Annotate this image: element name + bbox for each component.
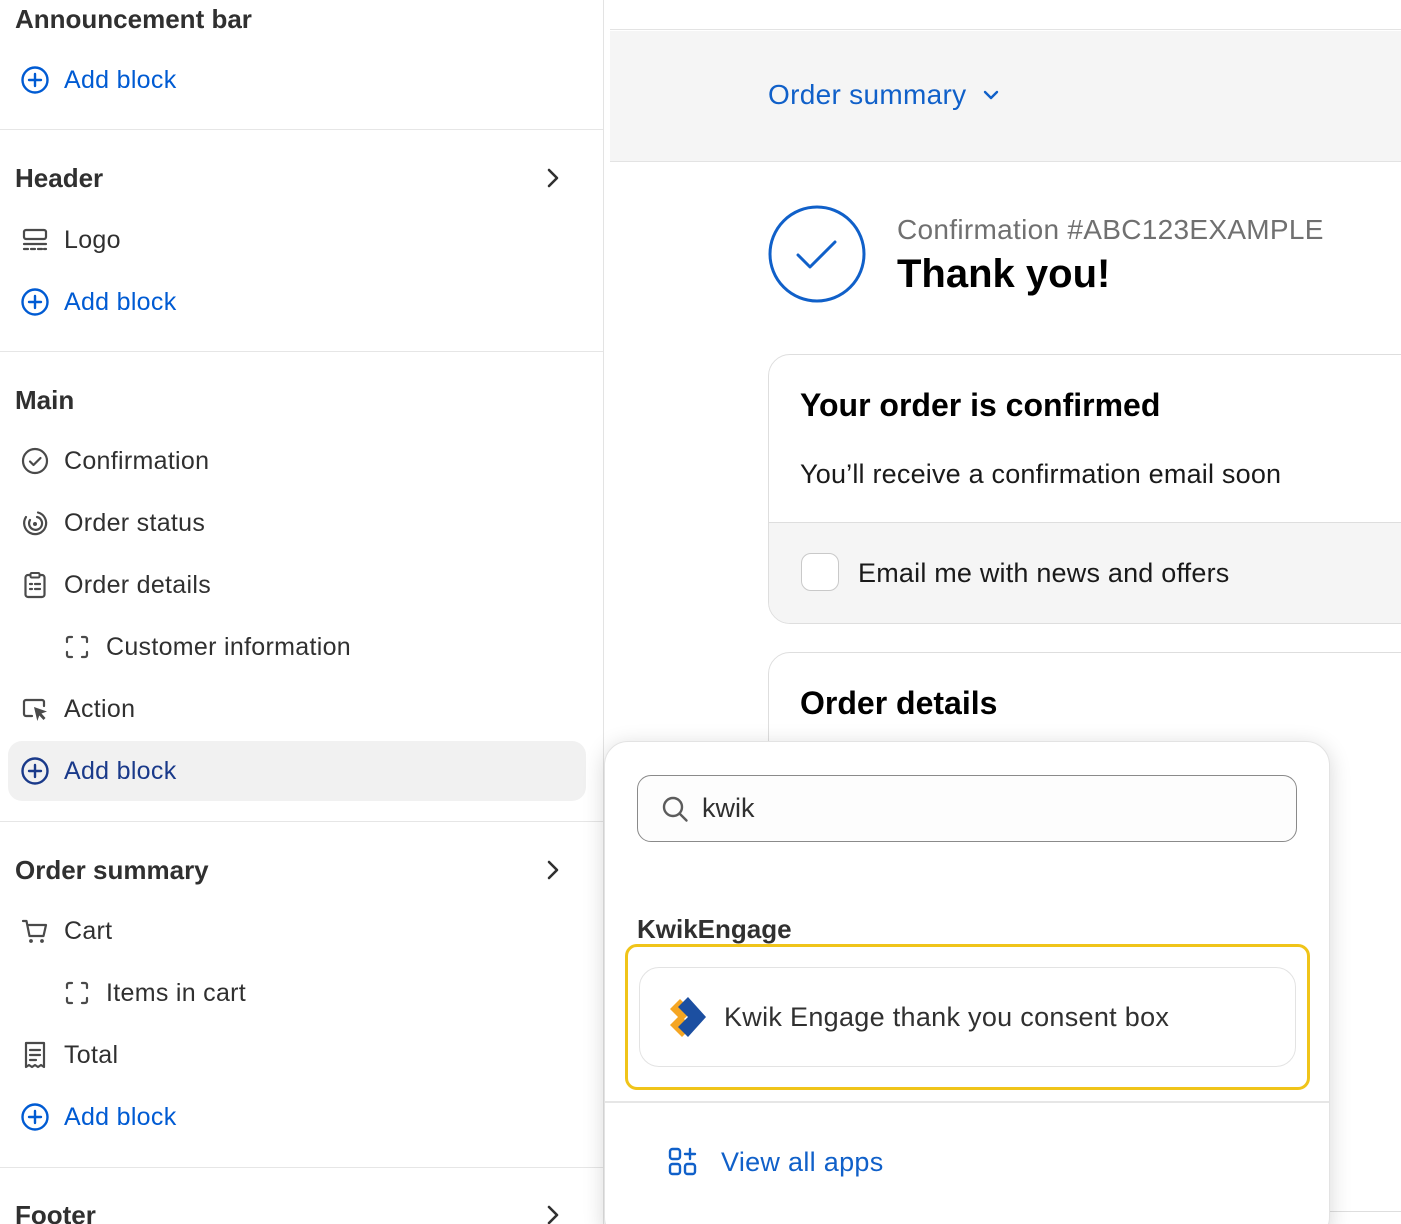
sidebar-item-action[interactable]: Action xyxy=(8,679,586,739)
plus-circle-icon xyxy=(18,63,52,97)
section-title-header: Header xyxy=(15,163,104,193)
sidebar-item-customer-information[interactable]: Customer information xyxy=(8,617,586,677)
check-circle-icon xyxy=(18,444,52,478)
order-summary-toggle-label: Order summary xyxy=(768,79,967,110)
dashed-block-icon xyxy=(60,976,94,1010)
add-block-popover: KwikEngage Kwik Engage thank you consent… xyxy=(604,741,1330,1224)
section-title-main: Main xyxy=(15,385,75,415)
thank-you-heading: Thank you! xyxy=(897,252,1111,296)
sidebar-item-label: Logo xyxy=(64,225,121,254)
chevron-right-icon[interactable] xyxy=(540,1202,566,1224)
section-announcement-bar: Announcement bar Add block xyxy=(0,0,603,130)
view-all-apps-label: View all apps xyxy=(721,1146,884,1177)
add-block-label: Add block xyxy=(64,756,177,785)
header-add-block-button[interactable]: Add block xyxy=(8,272,586,332)
block-search-field[interactable] xyxy=(637,775,1297,842)
app-group-title: KwikEngage xyxy=(637,914,792,944)
chevron-down-icon xyxy=(984,90,999,100)
sidebar-item-total[interactable]: Total xyxy=(8,1025,586,1085)
sidebar-item-logo[interactable]: Logo xyxy=(8,210,586,270)
order-summary-add-block-button[interactable]: Add block xyxy=(8,1087,586,1147)
popover-divider xyxy=(605,1101,1329,1103)
chevron-right-icon[interactable] xyxy=(540,857,566,883)
apps-grid-icon xyxy=(668,1147,697,1176)
search-icon xyxy=(662,796,688,822)
order-confirmed-card: Your order is confirmed You’ll receive a… xyxy=(768,354,1401,624)
sidebar-item-label: Confirmation xyxy=(64,446,210,475)
order-summary-bar: Order summary xyxy=(610,31,1401,162)
announcement-add-block-button[interactable]: Add block xyxy=(8,50,586,110)
sidebar-item-label: Items in cart xyxy=(106,978,247,1007)
app-item-label: Kwik Engage thank you consent box xyxy=(724,1001,1170,1032)
block-search-input[interactable] xyxy=(702,793,1262,824)
chevron-right-icon[interactable] xyxy=(540,165,566,191)
order-status-icon xyxy=(18,506,52,540)
clipboard-icon xyxy=(18,568,52,602)
email-offers-checkbox[interactable] xyxy=(801,553,839,591)
sidebar-item-label: Order details xyxy=(64,570,212,599)
preview-top-strip xyxy=(610,0,1401,30)
section-footer: Footer xyxy=(0,1168,603,1224)
sidebar-item-cart[interactable]: Cart xyxy=(8,901,586,961)
section-header: Header Logo Add block xyxy=(0,130,603,352)
sidebar-item-items-in-cart[interactable]: Items in cart xyxy=(8,963,586,1023)
dashed-block-icon xyxy=(60,630,94,664)
confirmation-check-icon xyxy=(768,205,866,303)
sidebar-item-label: Action xyxy=(64,694,136,723)
add-block-label: Add block xyxy=(64,65,177,94)
order-summary-toggle[interactable]: Order summary xyxy=(768,79,1002,111)
plus-circle-icon xyxy=(18,1100,52,1134)
cursor-click-icon xyxy=(18,692,52,726)
plus-circle-icon xyxy=(18,285,52,319)
section-title-footer: Footer xyxy=(15,1200,96,1224)
plus-circle-icon xyxy=(18,754,52,788)
order-details-title: Order details xyxy=(800,685,998,721)
kwik-engage-logo-icon xyxy=(670,997,706,1037)
view-all-apps-button[interactable]: View all apps xyxy=(667,1146,884,1178)
sidebar-item-order-status[interactable]: Order status xyxy=(8,493,586,553)
add-block-label: Add block xyxy=(64,287,177,316)
logo-block-icon xyxy=(18,223,52,257)
main-add-block-button[interactable]: Add block xyxy=(8,741,586,801)
section-order-summary: Order summary Cart Items in cart Total A… xyxy=(0,822,603,1168)
sidebar-item-label: Order status xyxy=(64,508,206,537)
confirmation-number: Confirmation #ABC123EXAMPLE xyxy=(897,214,1324,245)
sidebar-item-order-details[interactable]: Order details xyxy=(8,555,586,615)
editor-sidebar: Announcement bar Add block Header Logo A… xyxy=(0,0,604,1224)
section-title-announcement-bar: Announcement bar xyxy=(15,4,252,34)
kwik-engage-consent-box-item[interactable]: Kwik Engage thank you consent box xyxy=(639,967,1296,1067)
order-confirmed-subtitle: You’ll receive a confirmation email soon xyxy=(800,459,1282,489)
cart-icon xyxy=(18,914,52,948)
receipt-icon xyxy=(18,1038,52,1072)
sidebar-item-label: Customer information xyxy=(106,632,351,661)
add-block-label: Add block xyxy=(64,1102,177,1131)
sidebar-item-confirmation[interactable]: Confirmation xyxy=(8,431,586,491)
email-offers-label: Email me with news and offers xyxy=(858,558,1230,588)
sidebar-item-label: Cart xyxy=(64,916,113,945)
sidebar-item-label: Total xyxy=(64,1040,119,1069)
marketing-consent-row: Email me with news and offers xyxy=(769,522,1401,623)
order-confirmed-title: Your order is confirmed xyxy=(800,387,1161,423)
section-title-order-summary: Order summary xyxy=(15,855,209,885)
section-main: Main Confirmation Order status Order det… xyxy=(0,352,603,822)
